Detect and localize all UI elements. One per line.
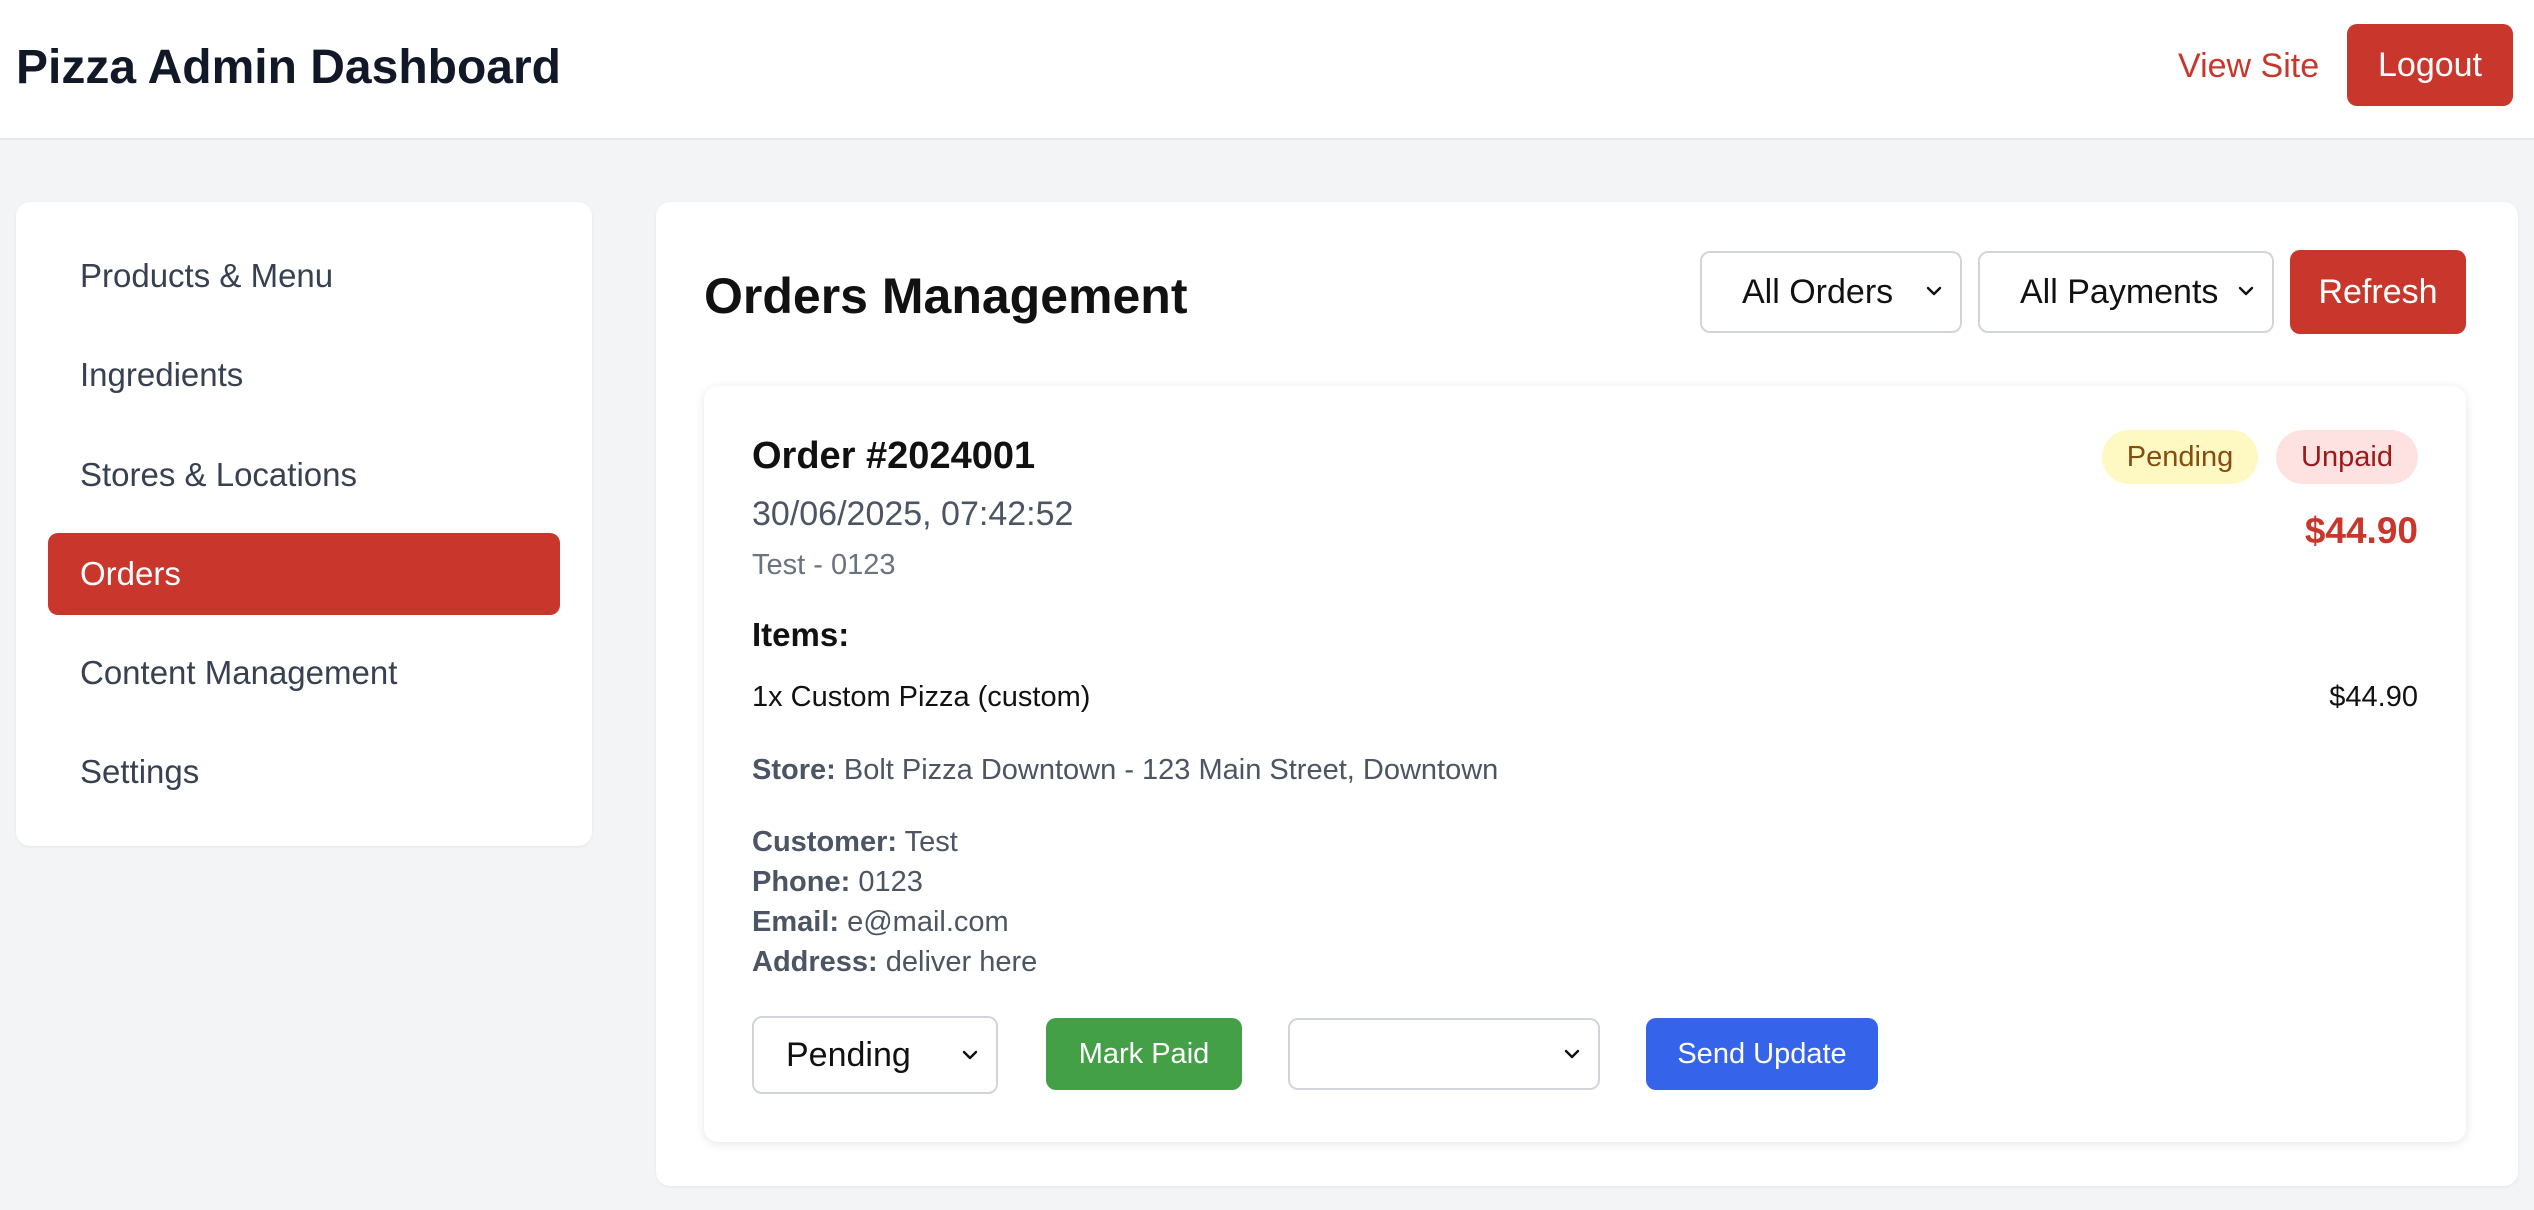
- sidebar: Products & Menu Ingredients Stores & Loc…: [16, 202, 592, 846]
- payment-badge: Unpaid: [2276, 430, 2418, 484]
- chevron-down-icon: [1564, 1049, 1580, 1059]
- customer-label: Customer:: [752, 826, 898, 858]
- payment-status-filter[interactable]: All Payments: [1978, 251, 2274, 333]
- logout-button[interactable]: Logout: [2347, 24, 2513, 106]
- address-value: deliver here: [885, 946, 1038, 978]
- store-detail: Store: Bolt Pizza Downtown - 123 Main St…: [752, 750, 1498, 790]
- chevron-down-icon: [1926, 286, 1942, 296]
- list-item-price: $44.90: [2329, 681, 2418, 713]
- sidebar-item-content-management[interactable]: Content Management: [48, 632, 560, 714]
- sidebar-item-stores-locations[interactable]: Stores & Locations: [48, 434, 560, 516]
- chevron-down-icon: [962, 1050, 978, 1060]
- customer-value: Test: [904, 826, 958, 858]
- view-site-link[interactable]: View Site: [2178, 44, 2319, 88]
- phone-detail: Phone: 0123: [752, 862, 923, 902]
- list-item: 1x Custom Pizza (custom): [752, 681, 1091, 713]
- email-label: Email:: [752, 906, 840, 938]
- app-title: Pizza Admin Dashboard: [16, 41, 561, 94]
- phone-label: Phone:: [752, 866, 851, 898]
- sidebar-item-products-menu[interactable]: Products & Menu: [48, 235, 560, 317]
- mark-paid-button[interactable]: Mark Paid: [1046, 1018, 1242, 1090]
- address-label: Address:: [752, 946, 878, 978]
- customer-detail: Customer: Test: [752, 822, 958, 862]
- order-status-filter-value: All Orders: [1742, 273, 1894, 311]
- email-detail: Email: e@mail.com: [752, 902, 1009, 942]
- order-card: Order #2024001 30/06/2025, 07:42:52 Test…: [704, 386, 2466, 1142]
- page-title: Orders Management: [704, 268, 1188, 324]
- order-status-select-value: Pending: [786, 1036, 911, 1074]
- chevron-down-icon: [2238, 286, 2254, 296]
- sidebar-item-orders[interactable]: Orders: [48, 533, 560, 615]
- status-badge: Pending: [2102, 430, 2258, 484]
- address-detail: Address: deliver here: [752, 942, 1037, 982]
- items-heading: Items:: [752, 616, 850, 653]
- store-label: Store:: [752, 754, 836, 786]
- order-status-filter[interactable]: All Orders: [1700, 251, 1962, 333]
- top-header: Pizza Admin Dashboard View Site Logout: [0, 0, 2534, 140]
- order-customer-summary: Test - 0123: [752, 549, 896, 581]
- sidebar-item-ingredients[interactable]: Ingredients: [48, 334, 560, 416]
- update-message-select[interactable]: [1288, 1018, 1600, 1090]
- refresh-button[interactable]: Refresh: [2290, 250, 2466, 334]
- order-total: $44.90: [2304, 510, 2418, 551]
- store-value: Bolt Pizza Downtown - 123 Main Street, D…: [843, 754, 1499, 786]
- order-status-select[interactable]: Pending: [752, 1016, 998, 1094]
- orders-panel: Orders Management All Orders All Payment…: [656, 202, 2518, 1186]
- phone-value: 0123: [858, 866, 923, 898]
- order-id: Order #2024001: [752, 435, 1036, 477]
- sidebar-item-settings[interactable]: Settings: [48, 731, 560, 813]
- order-datetime: 30/06/2025, 07:42:52: [752, 495, 1074, 533]
- payment-status-filter-value: All Payments: [2020, 273, 2219, 311]
- email-value: e@mail.com: [847, 906, 1009, 938]
- send-update-button[interactable]: Send Update: [1646, 1018, 1878, 1090]
